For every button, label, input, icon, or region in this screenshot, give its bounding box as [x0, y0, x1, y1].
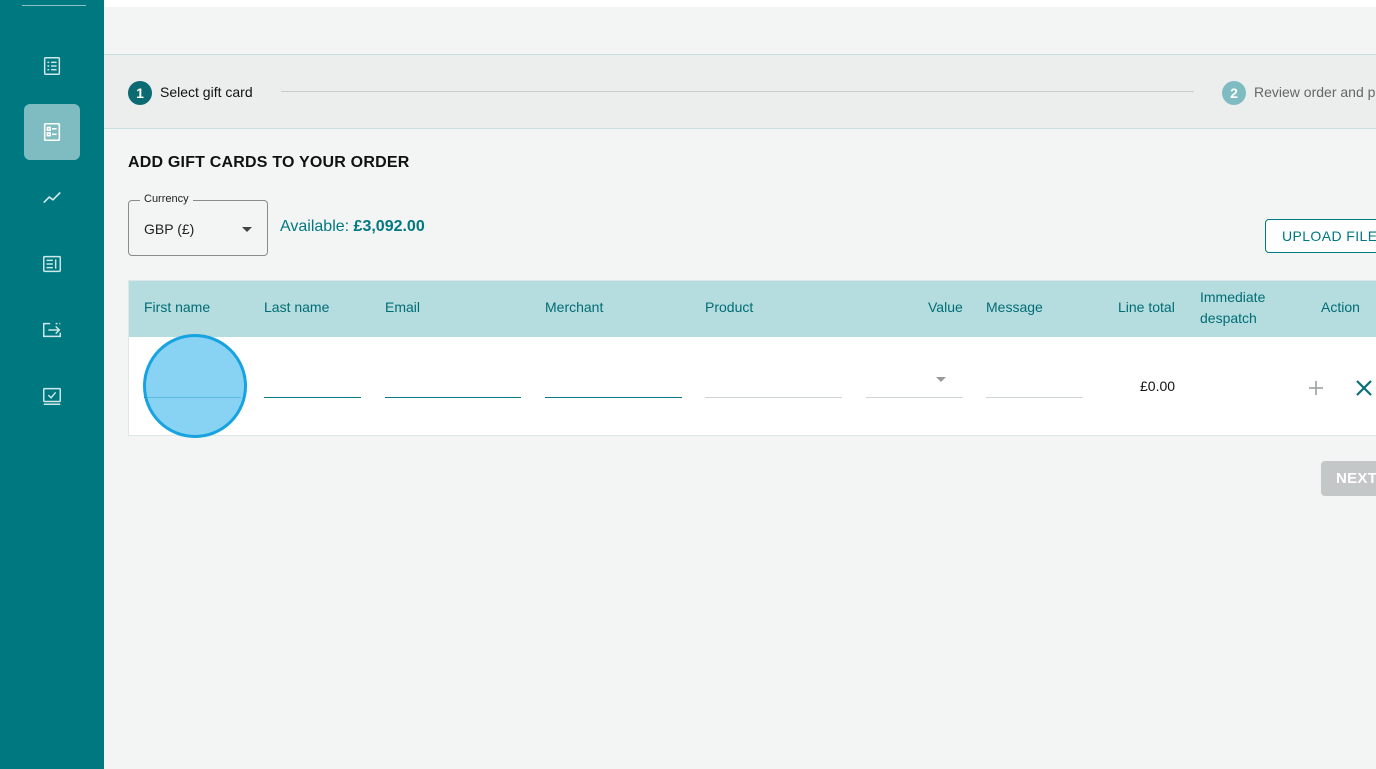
- page-title: ADD GIFT CARDS TO YOUR ORDER: [128, 154, 410, 171]
- checkbox-icon: [43, 387, 61, 405]
- column-header-value: Value: [928, 299, 963, 315]
- currency-label: Currency: [140, 193, 193, 205]
- currency-selected-value: GBP (£): [144, 221, 195, 237]
- table-header: First name Last name Email Merchant Prod…: [129, 281, 1376, 337]
- available-balance: Available: £3,092.00: [280, 218, 425, 236]
- upload-file-button[interactable]: UPLOAD FILE: [1265, 219, 1376, 253]
- merchant-input[interactable]: [545, 397, 682, 398]
- last-name-input[interactable]: [264, 397, 361, 398]
- available-amount: £3,092.00: [353, 218, 425, 235]
- column-header-line-total: Line total: [1118, 299, 1175, 315]
- gift-card-table: First name Last name Email Merchant Prod…: [128, 280, 1376, 436]
- step-2-number: 2: [1222, 81, 1246, 105]
- chevron-down-icon: [242, 227, 252, 232]
- email-input[interactable]: [385, 397, 521, 398]
- sidebar: [0, 0, 104, 769]
- step-2-label: Review order and p: [1254, 84, 1376, 100]
- chevron-down-icon: [936, 377, 946, 382]
- line-chart-icon: [43, 191, 61, 204]
- sidebar-divider: [22, 5, 86, 6]
- report-document-icon: [43, 255, 61, 273]
- checklist-document-icon: [43, 122, 61, 142]
- value-select[interactable]: [866, 397, 963, 398]
- next-button[interactable]: NEXT: [1321, 461, 1376, 496]
- column-header-immediate-despatch: Immediate despatch: [1200, 289, 1266, 326]
- message-input[interactable]: [986, 397, 1083, 398]
- top-bar: [104, 0, 1376, 7]
- column-header-email: Email: [385, 299, 421, 315]
- nav-item-analytics[interactable]: [24, 170, 80, 226]
- column-header-merchant: Merchant: [545, 299, 604, 315]
- column-header-first-name: First name: [144, 299, 211, 315]
- available-label: Available:: [280, 218, 350, 235]
- order-stepper: 1 Select gift card 2 Review order and p: [104, 54, 1376, 129]
- column-header-message: Message: [986, 299, 1043, 315]
- column-header-product: Product: [705, 299, 754, 315]
- nav-item-transfers[interactable]: [24, 302, 80, 358]
- product-select[interactable]: [705, 397, 842, 398]
- step-1-number: 1: [128, 81, 152, 105]
- step-1-label: Select gift card: [160, 84, 253, 100]
- remove-row-button[interactable]: [1353, 377, 1375, 399]
- nav-item-orders-list[interactable]: [24, 38, 80, 94]
- step-connector: [281, 91, 1194, 92]
- nav-item-approvals[interactable]: [24, 368, 80, 424]
- nav-item-reports[interactable]: [24, 236, 80, 292]
- column-header-action: Action: [1321, 299, 1360, 315]
- line-total-value: £0.00: [1140, 378, 1176, 394]
- add-row-button[interactable]: [1305, 377, 1327, 399]
- column-header-last-name: Last name: [264, 299, 330, 315]
- click-highlight: [143, 334, 247, 438]
- close-icon: [1356, 380, 1372, 396]
- list-document-icon: [43, 57, 61, 75]
- plus-icon: [1309, 381, 1323, 395]
- currency-select[interactable]: GBP (£): [128, 200, 268, 256]
- transfer-icon: [43, 322, 61, 338]
- nav-item-new-order[interactable]: [24, 104, 80, 160]
